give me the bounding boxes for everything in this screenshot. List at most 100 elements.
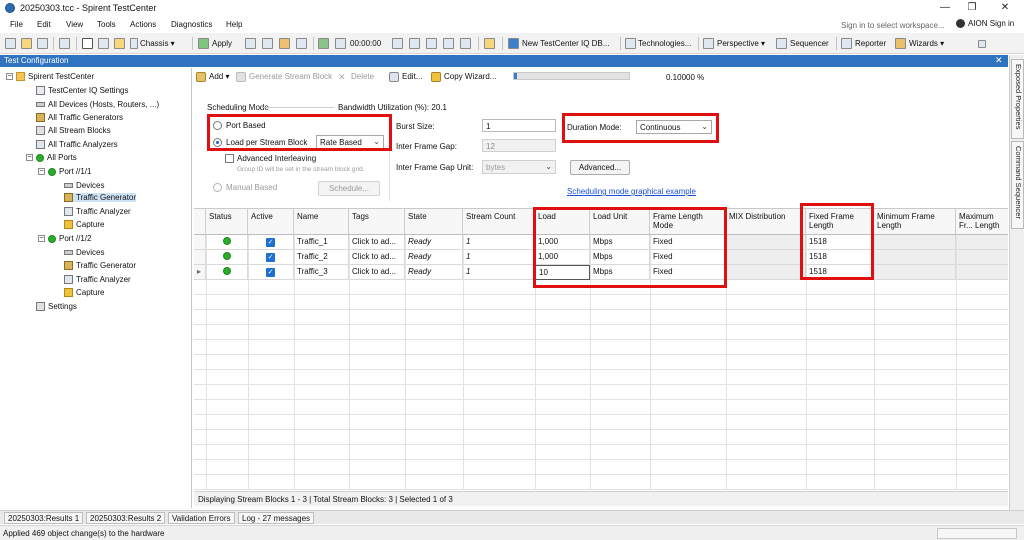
wizards-dropdown[interactable]: Wizards ▾ [909, 39, 944, 48]
row-selector[interactable] [194, 235, 206, 250]
column-header-state[interactable]: State [405, 209, 463, 235]
tree-item-port2-traffic-analyzer[interactable]: Traffic Analyzer [64, 275, 131, 285]
user-sign-in[interactable]: AION Sign in [956, 19, 1014, 29]
advanced-interleaving-checkbox[interactable] [225, 154, 234, 163]
column-header-status[interactable]: Status [206, 209, 248, 235]
inter-frame-gap-unit-select[interactable]: bytes ⌄ [482, 160, 556, 174]
scheduling-graph-link[interactable]: Scheduling mode graphical example [567, 187, 696, 196]
tool-icon[interactable] [443, 38, 454, 49]
reserve-icon[interactable] [262, 38, 273, 49]
save-icon[interactable] [37, 38, 48, 49]
maximize-button[interactable]: ❐ [962, 1, 982, 15]
copy-wizard-button[interactable]: Copy Wizard... [431, 72, 496, 82]
checkbox-checked-icon[interactable]: ✓ [266, 253, 275, 262]
tool-icon[interactable] [460, 38, 471, 49]
tree-item-all-devices[interactable]: All Devices (Hosts, Routers, ...) [36, 100, 159, 109]
new-iq-db-button[interactable]: New TestCenter IQ DB... [522, 39, 609, 48]
tab-results-2[interactable]: 20250303:Results 2 [86, 512, 166, 524]
close-window-button[interactable]: ✕ [995, 1, 1015, 15]
tree-item-port1-traffic-analyzer[interactable]: Traffic Analyzer [64, 207, 131, 217]
collapse-icon[interactable]: − [26, 154, 33, 162]
menu-view[interactable]: View [66, 20, 83, 29]
tree-item-all-traffic-generators[interactable]: All Traffic Generators [36, 113, 123, 123]
row-name[interactable]: Traffic_2 [294, 250, 349, 265]
clipboard-icon[interactable] [484, 38, 495, 49]
minimize-button[interactable]: — [935, 1, 955, 15]
row-active[interactable]: ✓ [248, 235, 294, 250]
tree-item-port2-traffic-generator[interactable]: Traffic Generator [64, 261, 136, 271]
inter-frame-gap-input[interactable]: 12 [482, 139, 556, 152]
tool-icon[interactable] [426, 38, 437, 49]
tree-item-all-stream-blocks[interactable]: All Stream Blocks [36, 126, 111, 136]
tab-validation-errors[interactable]: Validation Errors [168, 512, 235, 524]
tree-item-port-1-2[interactable]: − Port //1/2 [38, 234, 91, 243]
sequencer-button[interactable]: Sequencer [790, 39, 829, 48]
tree-item-port1-capture[interactable]: Capture [64, 220, 104, 230]
menu-actions[interactable]: Actions [130, 20, 156, 29]
menu-edit[interactable]: Edit [37, 20, 51, 29]
reporter-button[interactable]: Reporter [855, 39, 886, 48]
tab-log[interactable]: Log - 27 messages [238, 512, 315, 524]
checkbox-checked-icon[interactable]: ✓ [266, 268, 275, 277]
column-header-active[interactable]: Active [248, 209, 294, 235]
row-selector[interactable] [194, 250, 206, 265]
tree-item-iq-settings[interactable]: TestCenter IQ Settings [36, 86, 128, 96]
advanced-button[interactable]: Advanced... [570, 160, 630, 175]
menu-tools[interactable]: Tools [97, 20, 116, 29]
new-file-icon[interactable] [5, 38, 16, 49]
delete-button[interactable]: ✕ Delete [338, 72, 374, 82]
collapse-icon[interactable]: − [38, 235, 45, 243]
column-header-name[interactable]: Name [294, 209, 349, 235]
zoom-icon[interactable] [392, 38, 403, 49]
tree-item-settings[interactable]: Settings [36, 302, 77, 312]
schedule-button[interactable]: Schedule... [318, 181, 380, 196]
row-tags[interactable]: Click to ad... [349, 250, 405, 265]
perspective-dropdown[interactable]: Perspective ▾ [717, 39, 765, 48]
row-tags[interactable]: Click to ad... [349, 265, 405, 280]
column-header-maximum-frame-length[interactable]: Maximum Fr... Length [956, 209, 1008, 235]
menu-diagnostics[interactable]: Diagnostics [171, 20, 212, 29]
chassis-dropdown[interactable]: Chassis ▾ [140, 39, 175, 48]
tree-item-spirent-testcenter[interactable]: − Spirent TestCenter [6, 72, 94, 82]
pin-icon[interactable] [978, 40, 986, 48]
row-selector[interactable]: ▸ [194, 265, 206, 280]
manual-based-radio[interactable] [213, 183, 222, 192]
close-panel-button[interactable]: ✕ [995, 55, 1003, 66]
tree-item-all-ports[interactable]: − All Ports [26, 153, 77, 162]
start-traffic-icon[interactable] [279, 38, 290, 49]
row-tags[interactable]: Click to ad... [349, 235, 405, 250]
stop-traffic-icon[interactable] [296, 38, 307, 49]
burst-size-input[interactable]: 1 [482, 119, 556, 132]
tab-exposed-properties[interactable]: Exposed Properties [1011, 59, 1024, 139]
paste-icon[interactable] [114, 38, 125, 49]
row-active[interactable]: ✓ [248, 265, 294, 280]
row-name[interactable]: Traffic_1 [294, 235, 349, 250]
menu-file[interactable]: File [10, 20, 23, 29]
tree-item-port2-devices[interactable]: Devices [64, 248, 104, 257]
checkbox-checked-icon[interactable]: ✓ [266, 238, 275, 247]
tree-item-all-traffic-analyzers[interactable]: All Traffic Analyzers [36, 140, 118, 150]
collapse-icon[interactable]: − [38, 168, 45, 176]
tree-item-port-1-1[interactable]: − Port //1/1 [38, 167, 91, 176]
sign-in-workspace-link[interactable]: Sign in to select workspace... [841, 21, 945, 30]
apply-button[interactable]: Apply [212, 39, 232, 48]
column-header-minimum-frame-length[interactable]: Minimum Frame Length [874, 209, 956, 235]
zoom-out-icon[interactable] [409, 38, 420, 49]
column-header-tags[interactable]: Tags [349, 209, 405, 235]
collapse-icon[interactable]: − [6, 73, 13, 81]
tree-item-port1-traffic-generator[interactable]: Traffic Generator [64, 193, 137, 203]
copy-icon[interactable] [98, 38, 109, 49]
column-header-mix-distribution[interactable]: MIX Distribution [726, 209, 806, 235]
connect-icon[interactable] [245, 38, 256, 49]
row-active[interactable]: ✓ [248, 250, 294, 265]
tree-item-port1-devices[interactable]: Devices [64, 181, 104, 190]
column-header-stream-count[interactable]: Stream Count [463, 209, 535, 235]
cut-icon[interactable] [82, 38, 93, 49]
open-folder-icon[interactable] [21, 38, 32, 49]
row-name[interactable]: Traffic_3 [294, 265, 349, 280]
edit-button[interactable]: Edit... [389, 72, 422, 82]
generate-stream-block-button[interactable]: Generate Stream Block [236, 72, 332, 82]
tree-item-port2-capture[interactable]: Capture [64, 288, 104, 298]
add-button[interactable]: Add ▾ [196, 72, 229, 82]
run-icon[interactable] [318, 38, 329, 49]
